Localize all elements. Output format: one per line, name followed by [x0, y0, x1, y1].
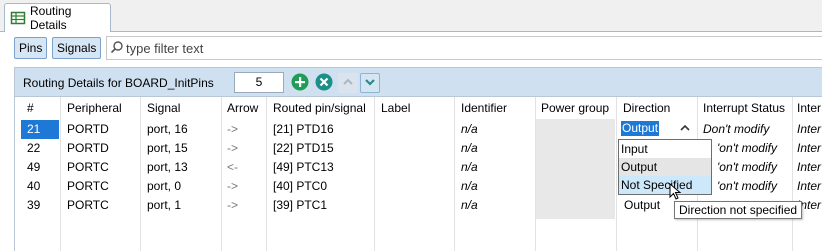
row-inter[interactable]: Inter [791, 158, 822, 177]
row-routed: [22] PTD15 [273, 141, 334, 155]
row-identifier: n/a [461, 122, 478, 136]
panel-title: Routing Details for BOARD_InitPins [23, 76, 214, 90]
row-routed: [39] PTC1 [273, 198, 328, 212]
row-peripheral: PORTC [67, 198, 109, 212]
row-signal: port, 16 [147, 122, 188, 136]
row-routed: [21] PTD16 [273, 122, 334, 136]
panel-header: Routing Details for BOARD_InitPins 5 [15, 68, 822, 97]
row-routed: [49] PTC13 [273, 160, 334, 174]
row-num: 22 [27, 141, 41, 155]
table-row[interactable]: 21 PORTD port, 16 -> [21] PTD16 n/a Don'… [15, 120, 822, 139]
row-interrupt[interactable]: 'on't modify [711, 139, 791, 158]
col-header-power-group[interactable]: Power group [535, 97, 617, 119]
routing-table-icon [10, 10, 26, 26]
row-inter[interactable]: Inter [791, 139, 822, 158]
row-interrupt[interactable]: 'on't modify [711, 158, 791, 177]
row-routed: [40] PTC0 [273, 179, 328, 193]
direction-options-list: Input Output Not Specified [618, 139, 712, 195]
row-signal: port, 15 [147, 141, 188, 155]
option-output[interactable]: Output [619, 158, 711, 176]
mouse-pointer-icon [669, 182, 683, 201]
row-peripheral: PORTC [67, 179, 109, 193]
row-arrow: <- [227, 160, 239, 174]
row-peripheral: PORTD [67, 122, 109, 136]
row-identifier: n/a [461, 160, 478, 174]
col-header-routed[interactable]: Routed pin/signal [267, 97, 375, 119]
row-identifier: n/a [461, 179, 478, 193]
row-peripheral: PORTD [67, 141, 109, 155]
remove-icon [315, 73, 333, 94]
row-arrow: -> [227, 122, 239, 136]
row-arrow: -> [227, 198, 239, 212]
direction-select[interactable]: Output [619, 120, 697, 137]
move-up-icon [341, 75, 355, 92]
row-identifier: n/a [461, 141, 478, 155]
row-num: 39 [27, 198, 41, 212]
row-num: 40 [27, 179, 41, 193]
row-identifier: n/a [461, 198, 478, 212]
col-header-label[interactable]: Label [375, 97, 455, 119]
direction-selected-value: Output [621, 121, 660, 136]
search-icon [110, 40, 124, 57]
add-button[interactable] [290, 73, 310, 93]
option-not-specified[interactable]: Not Specified [619, 176, 711, 194]
col-header-num[interactable]: # [21, 97, 59, 119]
table-header: # Peripheral Signal Arrow Routed pin/sig… [15, 97, 822, 119]
col-header-signal[interactable]: Signal [141, 97, 221, 119]
col-header-peripheral[interactable]: Peripheral [61, 97, 141, 119]
row-interrupt[interactable]: Don't modify [697, 120, 791, 139]
row-inter[interactable]: Inter [791, 177, 822, 196]
option-input[interactable]: Input [619, 140, 711, 158]
move-down-button[interactable] [360, 73, 380, 93]
tab-routing-details[interactable]: Routing Details [4, 3, 111, 32]
row-signal: port, 0 [147, 179, 182, 193]
move-up-button[interactable] [338, 73, 358, 93]
row-peripheral: PORTC [67, 160, 109, 174]
filter-input[interactable] [124, 40, 814, 56]
add-icon [291, 73, 309, 94]
pins-button[interactable]: Pins [14, 37, 48, 59]
row-count-field[interactable]: 5 [234, 72, 284, 93]
chevron-up-icon[interactable] [679, 122, 691, 134]
signals-button[interactable]: Signals [52, 37, 102, 59]
row-num: 49 [27, 160, 41, 174]
row-num: 21 [21, 120, 59, 139]
row-signal: port, 13 [147, 160, 188, 174]
col-header-direction[interactable]: Direction [617, 97, 699, 119]
col-header-interrupt[interactable]: Interrupt Status [697, 97, 791, 119]
tab-strip: Routing Details [0, 0, 822, 32]
remove-button[interactable] [314, 73, 334, 93]
move-down-icon [363, 75, 377, 92]
row-arrow: -> [227, 179, 239, 193]
col-header-identifier[interactable]: Identifier [455, 97, 535, 119]
tooltip: Direction not specified [674, 201, 802, 219]
col-header-inter[interactable]: Inter [791, 97, 822, 119]
row-inter[interactable]: Inter [791, 120, 822, 139]
row-signal: port, 1 [147, 198, 182, 212]
row-interrupt[interactable]: 'on't modify [711, 177, 791, 196]
filter-field[interactable] [106, 36, 822, 60]
tab-label: Routing Details [30, 4, 72, 32]
row-arrow: -> [227, 141, 239, 155]
